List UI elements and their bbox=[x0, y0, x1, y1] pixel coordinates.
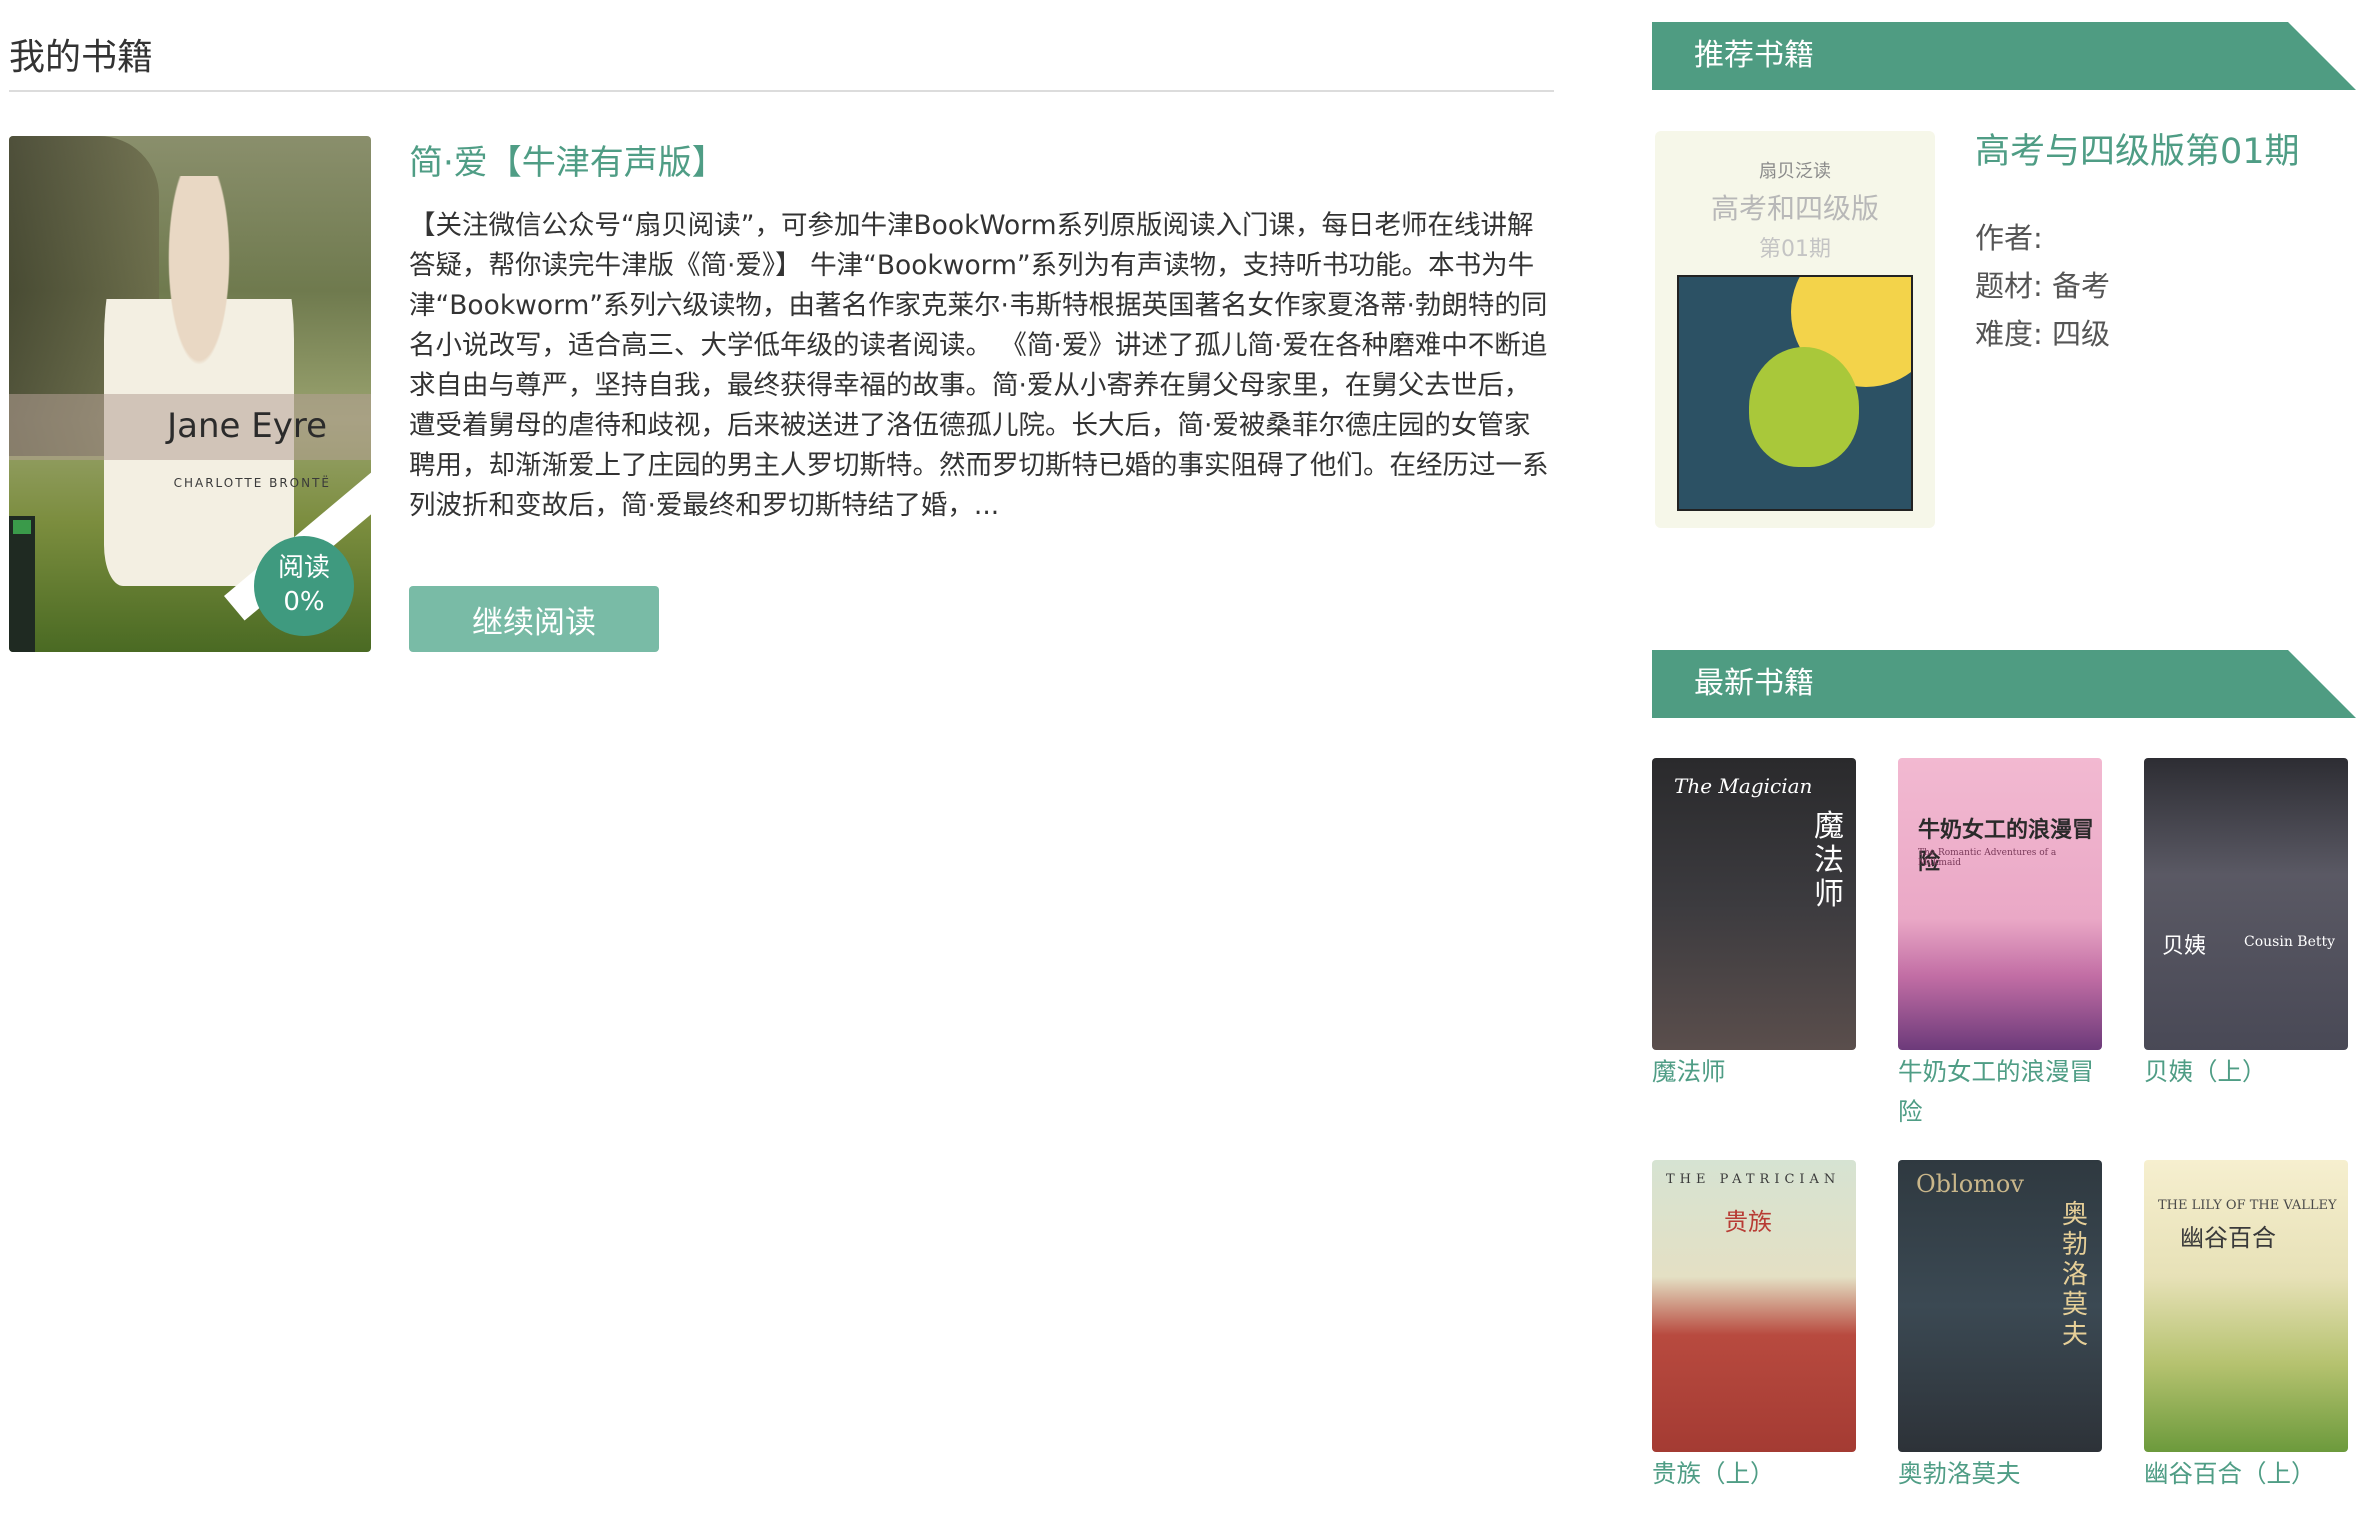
newest-book-item[interactable]: Oblomov 奥勃洛莫夫 奥勃洛莫夫 bbox=[1898, 1160, 2102, 1494]
recommended-header: 推荐书籍 bbox=[1652, 22, 2356, 90]
author-label: 作者: bbox=[1975, 221, 2043, 255]
difficulty-label: 难度: bbox=[1975, 317, 2043, 351]
cover-cn-title: 魔法师 bbox=[1814, 809, 1844, 912]
cover-level-marker bbox=[13, 520, 31, 534]
book-description: 【关注微信公众号“扇贝阅读”，可参加牛津BookWorm系列原版阅读入门课，每日… bbox=[409, 210, 1549, 521]
bean-character-illustration bbox=[1749, 347, 1859, 467]
book-entry: Jane Eyre CHARLOTTE BRONTË 阅读 0% 简·爱【牛津有… bbox=[9, 136, 1554, 656]
book-caption-link[interactable]: 贵族（上） bbox=[1652, 1454, 1856, 1494]
book-caption-link[interactable]: 魔法师 bbox=[1652, 1052, 1856, 1092]
cover-cn-title: 奥勃洛莫夫 bbox=[2062, 1200, 2089, 1350]
author-row: 作者: bbox=[1975, 214, 2355, 262]
topic-row: 题材: 备考 bbox=[1975, 262, 2355, 310]
rec-cover-line2: 高考和四级版 bbox=[1710, 192, 1879, 225]
difficulty-value: 四级 bbox=[2052, 317, 2111, 351]
book-cover[interactable]: 牛奶女工的浪漫冒险 The Romantic Adventures of a M… bbox=[1898, 758, 2102, 1050]
book-cover[interactable]: 贝姨 Cousin Betty bbox=[2144, 758, 2348, 1050]
newest-book-item[interactable]: 牛奶女工的浪漫冒险 The Romantic Adventures of a M… bbox=[1898, 758, 2102, 1132]
newest-book-item[interactable]: THE LILY OF THE VALLEY 幽谷百合 幽谷百合（上） bbox=[2144, 1160, 2348, 1494]
page-title: 我的书籍 bbox=[9, 0, 1554, 92]
rec-cover-line1: 扇贝泛读 bbox=[1759, 161, 1831, 182]
book-info: 简·爱【牛津有声版】 【关注微信公众号“扇贝阅读”，可参加牛津BookWorm系… bbox=[409, 136, 1549, 652]
book-caption-link[interactable]: 贝姨（上） bbox=[2144, 1052, 2348, 1092]
cover-author: CHARLOTTE BRONTË bbox=[173, 476, 331, 490]
cover-cn-title: 贵族 bbox=[1724, 1208, 1772, 1236]
cover-cn-title: 贝姨 bbox=[2162, 934, 2207, 959]
progress-label: 阅读 bbox=[277, 553, 330, 583]
recommended-book-title-link[interactable]: 高考与四级版第01期 bbox=[1975, 135, 2355, 170]
topic-value: 备考 bbox=[2052, 269, 2111, 303]
book-cover[interactable]: THE LILY OF THE VALLEY 幽谷百合 bbox=[2144, 1160, 2348, 1452]
progress-value: 0% bbox=[283, 587, 325, 617]
recommended-book-info: 高考与四级版第01期 作者: 题材: 备考 难度: 四级 bbox=[1975, 131, 2355, 358]
cover-text: The Magician bbox=[1674, 774, 1813, 798]
rec-cover-art bbox=[1677, 275, 1913, 511]
book-cover[interactable]: Jane Eyre CHARLOTTE BRONTË 阅读 0% bbox=[9, 136, 371, 652]
recommended-book-cover[interactable]: 扇贝泛读 高考和四级版 第01期 bbox=[1655, 131, 1935, 528]
continue-reading-button[interactable]: 继续阅读 bbox=[409, 586, 659, 652]
book-caption-link[interactable]: 牛奶女工的浪漫冒险 bbox=[1898, 1052, 2102, 1132]
cover-art-figure bbox=[104, 176, 294, 586]
book-title-link[interactable]: 简·爱【牛津有声版】 bbox=[409, 146, 1549, 180]
cover-text: THE LILY OF THE VALLEY bbox=[2158, 1198, 2337, 1213]
book-cover[interactable]: THE PATRICIAN 贵族 bbox=[1652, 1160, 1856, 1452]
rec-cover-line3: 第01期 bbox=[1759, 237, 1831, 262]
book-cover[interactable]: The Magician 魔法师 bbox=[1652, 758, 1856, 1050]
difficulty-row: 难度: 四级 bbox=[1975, 310, 2355, 358]
newest-header: 最新书籍 bbox=[1652, 650, 2356, 718]
cover-text: The Romantic Adventures of a Milkmaid bbox=[1918, 848, 2057, 868]
cover-spine bbox=[9, 516, 35, 652]
cover-cn-title: 幽谷百合 bbox=[2180, 1224, 2276, 1252]
newest-book-item[interactable]: The Magician 魔法师 魔法师 bbox=[1652, 758, 1856, 1092]
cover-text: Cousin Betty bbox=[2244, 934, 2336, 950]
topic-label: 题材: bbox=[1975, 269, 2043, 303]
newest-book-item[interactable]: 贝姨 Cousin Betty 贝姨（上） bbox=[2144, 758, 2348, 1092]
cover-text: THE PATRICIAN bbox=[1666, 1172, 1841, 1187]
recommended-book-meta: 作者: 题材: 备考 难度: 四级 bbox=[1975, 214, 2355, 358]
my-books-section: 我的书籍 Jane Eyre CHARLOTTE BRONTË 阅读 0% 简·… bbox=[9, 0, 1554, 656]
cover-text: Oblomov bbox=[1916, 1170, 2024, 1198]
book-caption-link[interactable]: 幽谷百合（上） bbox=[2144, 1454, 2348, 1494]
reading-progress-badge: 阅读 0% bbox=[254, 536, 354, 636]
book-cover[interactable]: Oblomov 奥勃洛莫夫 bbox=[1898, 1160, 2102, 1452]
cover-title: Jane Eyre bbox=[167, 406, 327, 446]
newest-book-item[interactable]: THE PATRICIAN 贵族 贵族（上） bbox=[1652, 1160, 1856, 1494]
book-caption-link[interactable]: 奥勃洛莫夫 bbox=[1898, 1454, 2102, 1494]
